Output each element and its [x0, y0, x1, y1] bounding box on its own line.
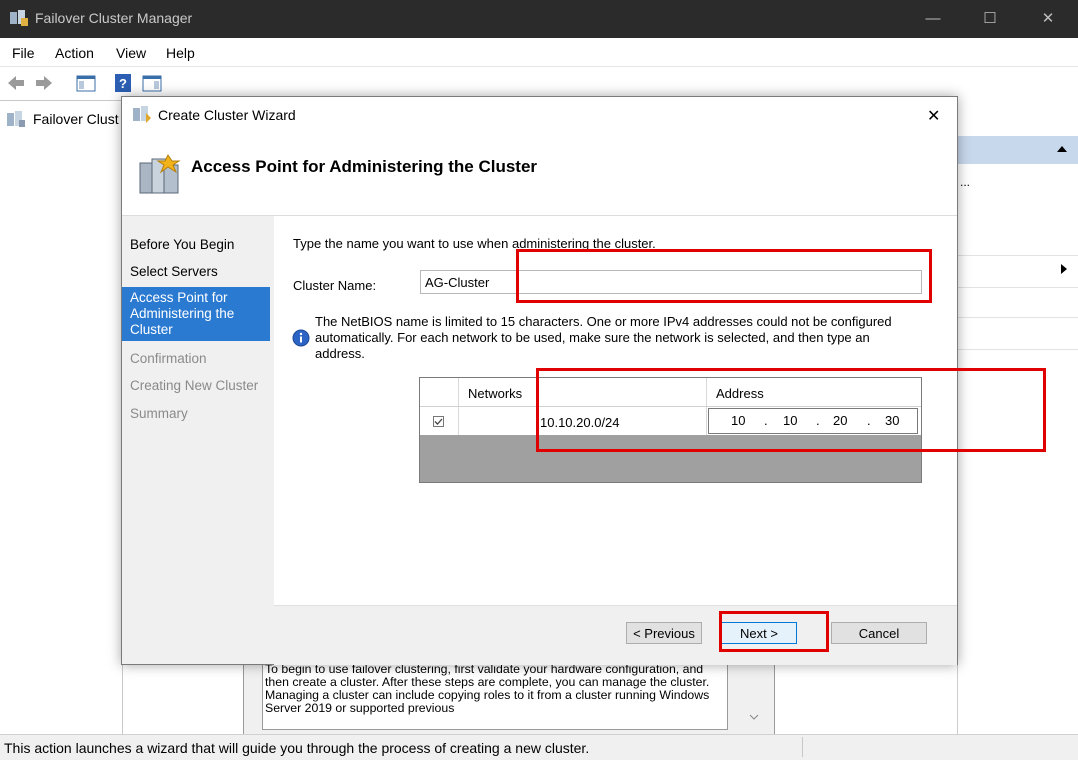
status-bar: This action launches a wizard that will …	[0, 734, 1078, 760]
menu-action[interactable]: Action	[55, 45, 94, 61]
info-icon	[292, 329, 310, 347]
maximize-button[interactable]: ☐	[967, 0, 1013, 38]
close-button[interactable]: ✕	[1025, 0, 1071, 38]
step-creating-new-cluster: Creating New Cluster	[130, 378, 259, 393]
divider	[958, 317, 1078, 318]
show-hide-action-pane-icon[interactable]	[142, 73, 162, 93]
menu-view[interactable]: View	[116, 45, 146, 61]
svg-text:?: ?	[119, 76, 127, 91]
info-text: The NetBIOS name is limited to 15 charac…	[315, 314, 892, 361]
wizard-icon	[133, 106, 151, 123]
menu-bar: File Action View Help	[0, 38, 1078, 66]
divider	[958, 287, 1078, 288]
show-hide-console-tree-icon[interactable]	[76, 73, 96, 93]
step-confirmation: Confirmation	[130, 351, 207, 366]
actions-item-fragment[interactable]: ...	[960, 175, 970, 189]
cluster-name-label: Cluster Name:	[293, 278, 377, 293]
menu-help[interactable]: Help	[166, 45, 195, 61]
wizard-heading: Access Point for Administering the Clust…	[191, 157, 538, 176]
divider	[958, 255, 1078, 256]
status-divider	[802, 737, 803, 757]
minimize-button[interactable]: —	[910, 0, 956, 38]
wizard-steps: Before You Begin Select Servers Access P…	[122, 216, 272, 664]
getting-started-text: To begin to use failover clustering, fir…	[262, 662, 728, 730]
center-scrollbar[interactable]	[740, 662, 768, 728]
wizard-footer: < Previous Next > Cancel	[274, 605, 957, 665]
collapse-arrow-icon[interactable]	[1056, 145, 1068, 153]
status-text: This action launches a wizard that will …	[4, 740, 590, 756]
forward-arrow-icon[interactable]	[34, 73, 54, 93]
menu-file[interactable]: File	[12, 45, 35, 61]
window-titlebar: Failover Cluster Manager — ☐ ✕	[0, 0, 1078, 38]
network-checkbox-icon[interactable]	[433, 416, 444, 427]
tree-item-failover-cluster-manager[interactable]: Failover Clust	[33, 111, 119, 127]
dialog-titlebar: Create Cluster Wizard ✕	[122, 97, 957, 133]
console-tree: Failover Clust	[0, 100, 123, 735]
cluster-manager-icon	[10, 10, 28, 26]
grid-header-networks[interactable]: Networks	[468, 386, 522, 401]
step-access-point[interactable]: Access Point for Administering the Clust…	[122, 287, 270, 341]
highlight-network-row	[536, 368, 1046, 452]
step-before-you-begin[interactable]: Before You Begin	[122, 237, 270, 252]
cluster-servers-icon	[139, 154, 181, 194]
wizard-content: Type the name you want to use when admin…	[274, 216, 1046, 605]
step-select-servers[interactable]: Select Servers	[122, 264, 270, 279]
window-title: Failover Cluster Manager	[35, 10, 193, 26]
wizard-header: Access Point for Administering the Clust…	[122, 133, 957, 216]
step-summary: Summary	[130, 406, 188, 421]
dialog-title: Create Cluster Wizard	[158, 107, 296, 123]
back-arrow-icon[interactable]	[6, 73, 26, 93]
failover-cluster-icon	[7, 111, 25, 127]
highlight-next-button	[719, 611, 829, 652]
divider	[958, 349, 1078, 350]
highlight-cluster-name	[516, 249, 932, 303]
create-cluster-wizard-dialog: Create Cluster Wizard ✕ Access Point for…	[121, 96, 1046, 665]
dialog-close-button[interactable]: ✕	[927, 106, 940, 126]
submenu-arrow-icon[interactable]	[1060, 263, 1068, 275]
cancel-button[interactable]: Cancel	[831, 622, 927, 644]
previous-button[interactable]: < Previous	[626, 622, 702, 644]
scroll-down-icon[interactable]	[749, 714, 759, 720]
help-icon[interactable]: ?	[114, 73, 132, 93]
